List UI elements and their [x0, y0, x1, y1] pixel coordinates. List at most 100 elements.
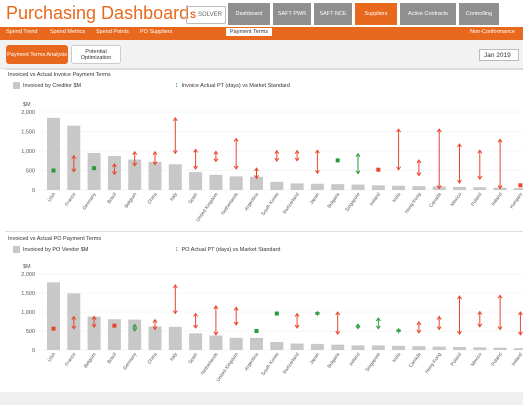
bar [189, 333, 203, 350]
x-tick-label: Singapore [344, 191, 362, 213]
x-tick-label: Poland [450, 351, 464, 367]
x-tick-label: Ireland [490, 191, 504, 207]
invoice-chart: $M 2,000 1,500 1,000 500 0 USA France Germany Bra… [21, 102, 523, 223]
marker-point [112, 323, 117, 328]
x-tick-label: India [391, 351, 402, 363]
x-tick-label: Belgium [83, 352, 98, 370]
x-tick-label: Netherlands [200, 351, 220, 376]
bar [189, 172, 203, 190]
x-tick-label: Mexico [450, 191, 464, 207]
y-tick-label: 0 [32, 348, 35, 354]
chart-title: Invoiced vs Actual Invoice Payment Terms [8, 72, 111, 78]
marker-point [51, 168, 56, 173]
bar [229, 176, 243, 190]
legend-bar-label: Invoiced by Creditor $M [23, 82, 82, 89]
bottom-bar [0, 392, 523, 405]
x-tick-label: USA [47, 191, 58, 203]
x-tick-label: Poland [490, 351, 504, 367]
x-tick-label: Canada [408, 351, 423, 368]
bar [47, 117, 60, 190]
marker-point [51, 326, 56, 331]
subnav-spend-points[interactable]: Spend Points [96, 29, 129, 35]
tab-active-contracts[interactable]: Active Contracts [400, 3, 456, 25]
logo-text: SOLVER [198, 12, 222, 18]
po-chart-panel: Invoiced vs Actual PO Payment Terms Invo… [5, 231, 523, 392]
bar [290, 183, 304, 190]
x-tick-label: Argentina [243, 351, 260, 372]
x-tick-label: Netherlands [220, 191, 240, 216]
bar [209, 174, 223, 190]
legend-bar-swatch [13, 82, 20, 89]
y-axis-label: $M [23, 264, 31, 270]
marker-point [92, 166, 97, 171]
legend-bar-label: Invoiced by PO Vendor $M [23, 246, 89, 253]
y-tick-label: 500 [26, 329, 35, 335]
y-tick-label: 1,000 [21, 310, 35, 316]
potential-optimization-button[interactable]: Potential Optimization [71, 45, 121, 64]
toolbar: Payment Terms Analysis Potential Optimiz… [0, 40, 523, 69]
marker-point [335, 158, 340, 163]
subnav-spend-trend[interactable]: Spend Trend [6, 29, 38, 35]
bar [168, 326, 182, 350]
legend-marker-label: PO Actual PT (days) vs Market Standard [181, 246, 281, 253]
payment-terms-analysis-button[interactable]: Payment Terms Analysis [6, 45, 68, 64]
bar [473, 347, 487, 350]
bar [513, 188, 523, 190]
bar [310, 183, 324, 190]
x-tick-label: Switzerland [282, 191, 301, 215]
bar [453, 186, 466, 190]
subnav-payment-terms[interactable]: Payment Terms [226, 28, 273, 36]
bar [371, 185, 385, 190]
chart-legend-marker: ↕ PO Actual PT (days) vs Market Standard [175, 246, 280, 253]
x-tick-label: Switzerland [282, 351, 301, 375]
x-tick-label: Japan [309, 191, 322, 205]
x-tick-label: Belgium [123, 192, 138, 210]
tab-dashboard[interactable]: Dashboard [228, 3, 270, 25]
subnav-po-suppliers[interactable]: PO Suppliers [140, 29, 172, 35]
marker-point [518, 183, 523, 188]
y-tick-label: 0 [32, 188, 35, 194]
x-tick-label: South Korea [260, 351, 280, 377]
tab-controlling[interactable]: Controlling [459, 3, 499, 25]
bar [168, 164, 182, 190]
tab-saft-nce[interactable]: SAFT NCE [314, 3, 352, 25]
x-tick-label: Italy [169, 191, 179, 202]
bar [351, 345, 365, 350]
marker-point [274, 311, 279, 316]
bar [351, 184, 365, 190]
x-tick-label: India [391, 191, 402, 203]
marker-point [376, 167, 381, 172]
header: Purchasing Dashboard S SOLVER Dashboard … [0, 0, 523, 27]
x-tick-label: Hungary [509, 191, 523, 210]
bar [209, 335, 223, 350]
x-tick-label: Spain [187, 351, 199, 365]
bar [250, 337, 263, 350]
bar [270, 342, 284, 350]
top-tabs: Dashboard SAFT PWR SAFT NCE Suppliers Ac… [228, 3, 499, 25]
chart-legend-bar: Invoiced by Creditor $M [13, 82, 81, 89]
x-tick-label: Hong Kong [424, 351, 443, 374]
y-tick-label: 1,000 [21, 149, 35, 155]
bar [473, 187, 487, 190]
y-axis-label: $M [23, 102, 31, 108]
subnav-non-conformance[interactable]: Non-Conformance [470, 29, 515, 35]
x-tick-label: China [147, 191, 159, 205]
x-tick-label: United Kingdom [195, 192, 219, 223]
x-tick-label: Ireland [348, 351, 362, 367]
logo-mark-icon: S [190, 10, 197, 20]
x-tick-label: Germany [82, 191, 99, 211]
bar [412, 346, 426, 350]
bar [229, 337, 243, 350]
tab-saft-pwr[interactable]: SAFT PWR [273, 3, 311, 25]
subnav-spend-metrics[interactable]: Spend Metrics [50, 29, 85, 35]
x-tick-label: USA [47, 351, 58, 363]
tab-suppliers[interactable]: Suppliers [355, 3, 397, 25]
x-tick-label: China [147, 351, 159, 365]
date-selector[interactable]: Jan 2019 [479, 49, 519, 61]
bar [513, 348, 523, 350]
bar [432, 346, 446, 350]
x-tick-label: Spain [187, 191, 199, 205]
x-tick-label: United Kingdom [215, 352, 239, 383]
y-tick-label: 500 [26, 169, 35, 175]
y-tick-label: 2,000 [21, 110, 35, 116]
